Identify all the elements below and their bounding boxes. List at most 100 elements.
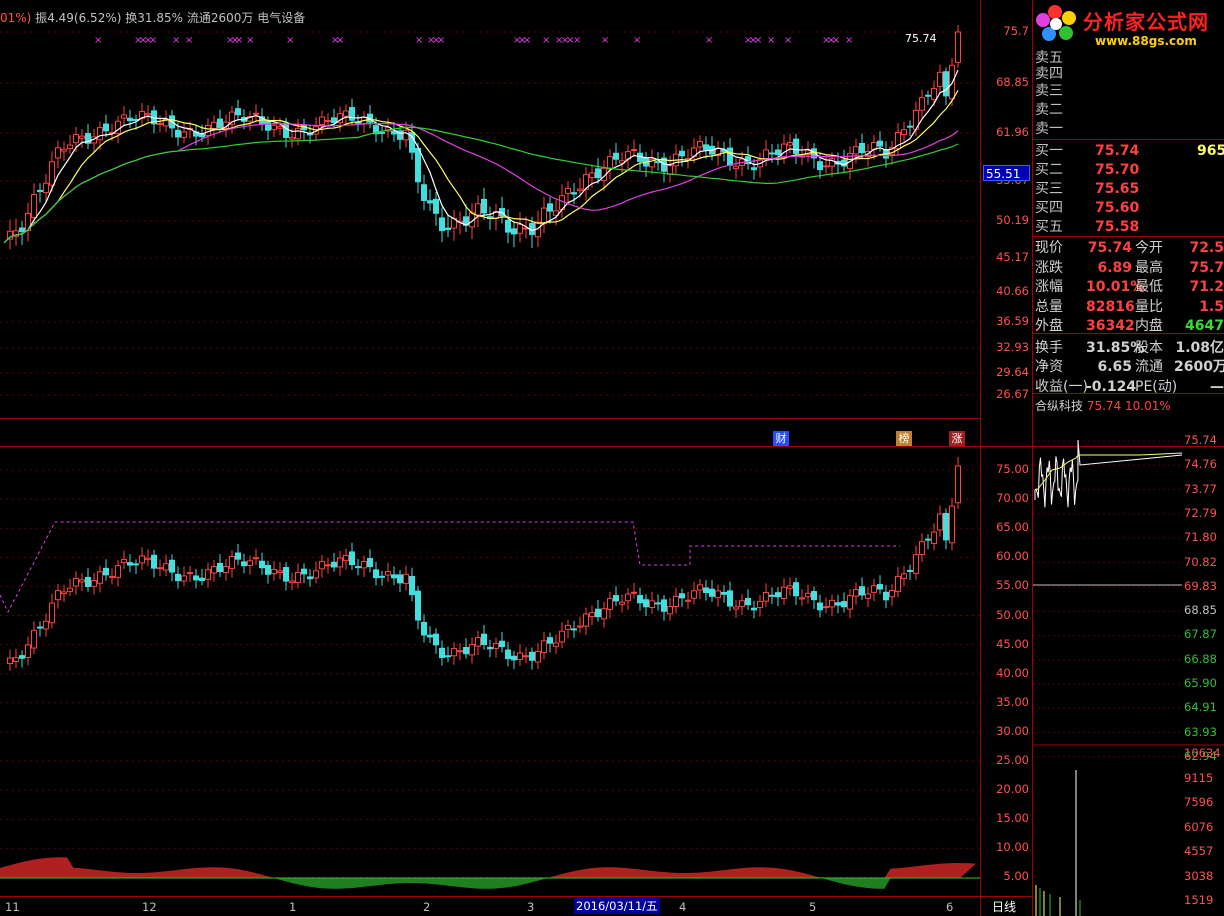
candle-body <box>277 570 283 573</box>
ma-line <box>3 90 959 244</box>
buy-price: 75.74 <box>1095 143 1140 159</box>
sub-axis-label: 70.00 <box>996 491 1029 506</box>
candle-body <box>277 126 283 129</box>
candle-body <box>169 559 175 573</box>
candle-body <box>541 207 547 225</box>
quote-value: 71.2 <box>1189 279 1224 295</box>
candle-body <box>109 575 115 578</box>
candle-body <box>841 601 847 608</box>
quote-label: 涨跌 <box>1035 259 1063 276</box>
candle-body <box>415 147 421 183</box>
quote-label: 现价 <box>1035 240 1063 256</box>
candle-body <box>697 584 703 591</box>
candle-body <box>853 589 859 597</box>
buy-volume: 965 <box>1197 143 1224 159</box>
candle-body <box>121 558 127 563</box>
period-tab[interactable]: 日线 <box>992 898 1016 915</box>
cursor-date: 2016/03/11/五 <box>574 898 660 914</box>
date-label: 2 <box>423 900 431 914</box>
candles-main <box>7 24 961 250</box>
candle-body <box>205 569 211 580</box>
candle-body <box>523 655 529 658</box>
candle-body <box>355 566 361 569</box>
candle-body <box>229 555 235 569</box>
candle-body <box>949 505 955 544</box>
quote-value: 6.89 <box>1097 259 1132 276</box>
candle-body <box>247 560 253 566</box>
event-tag-rank[interactable]: 榜 <box>896 431 912 446</box>
candle-body <box>889 590 895 598</box>
candle-body <box>931 531 937 544</box>
quote-label: 流通 <box>1135 359 1163 375</box>
candle-body <box>955 31 961 63</box>
candle-body <box>463 646 469 655</box>
logo: 分析家公式网 www.88gs.com <box>1033 0 1224 53</box>
candle-body <box>25 644 31 659</box>
candle-body <box>37 189 43 192</box>
sub-axis-label: 15.00 <box>996 811 1029 826</box>
mini-axis-label: 75.74 <box>1184 433 1217 447</box>
moving-averages <box>3 69 959 244</box>
candle-body <box>427 634 433 638</box>
candle-body <box>367 558 373 568</box>
quote-value: 2600万 <box>1174 359 1224 375</box>
event-tag-finance[interactable]: 财 <box>773 431 789 446</box>
candle-body <box>373 569 379 579</box>
price-axis-label: 50.19 <box>996 213 1029 227</box>
candle-body <box>679 593 685 599</box>
candle-body <box>481 198 487 214</box>
candle-body <box>181 575 187 582</box>
candle-body <box>475 203 481 216</box>
candle-body <box>559 630 565 643</box>
candle-body <box>31 629 37 649</box>
buy-label: 买五 <box>1035 219 1063 235</box>
candle-body <box>31 194 37 219</box>
candle-body <box>547 637 553 644</box>
candle-body <box>37 626 43 629</box>
mini-axis-label: 68.85 <box>1184 603 1217 618</box>
mini-vol-label: 9115 <box>1184 770 1214 785</box>
candle-body <box>433 633 439 646</box>
candle-body <box>613 595 619 602</box>
candle-body <box>601 608 607 620</box>
quote-label: 涨幅 <box>1035 279 1063 295</box>
mini-axis-label: 69.83 <box>1184 578 1217 593</box>
candle-body <box>481 633 487 646</box>
candle-body <box>409 576 415 596</box>
price-axis-label: 32.93 <box>996 340 1029 354</box>
sub-axis-label: 60.00 <box>996 549 1029 564</box>
candle-body <box>823 165 829 168</box>
candle-body <box>709 588 715 597</box>
candle-body <box>103 567 109 576</box>
quote-label: 今开 <box>1135 240 1163 256</box>
candle-body <box>799 597 805 600</box>
candle-body <box>607 598 613 610</box>
quote-label: 净资 <box>1035 359 1063 375</box>
mini-axis-label: 67.87 <box>1184 627 1217 642</box>
candle-body <box>535 650 541 663</box>
candle-body <box>385 571 391 576</box>
mini-vol-label: 10634 <box>1184 746 1221 760</box>
quote-label: 最低 <box>1135 279 1163 295</box>
candle-body <box>199 577 205 581</box>
candle-body <box>43 620 49 630</box>
event-tag-limitup[interactable]: 涨 <box>949 431 965 446</box>
sub-axis-label: 55.00 <box>996 578 1029 593</box>
signal-x-icon: × <box>415 35 423 46</box>
candle-body <box>403 129 409 141</box>
mini-vol-label: 7596 <box>1184 795 1214 809</box>
candle-body <box>739 600 745 607</box>
candle-body <box>745 598 751 606</box>
sub-axis-label: 40.00 <box>996 665 1029 680</box>
candle-body <box>877 584 883 590</box>
candle-body <box>151 554 157 569</box>
candle-body <box>49 161 55 186</box>
candle-body <box>61 148 67 152</box>
candle-body <box>565 624 571 630</box>
candle-body <box>817 161 823 171</box>
indicator-positive <box>0 857 976 878</box>
mini-axis-label: 72.79 <box>1184 505 1217 520</box>
candle-body <box>457 650 463 653</box>
candle-body <box>211 121 217 130</box>
candle-body <box>913 554 919 574</box>
